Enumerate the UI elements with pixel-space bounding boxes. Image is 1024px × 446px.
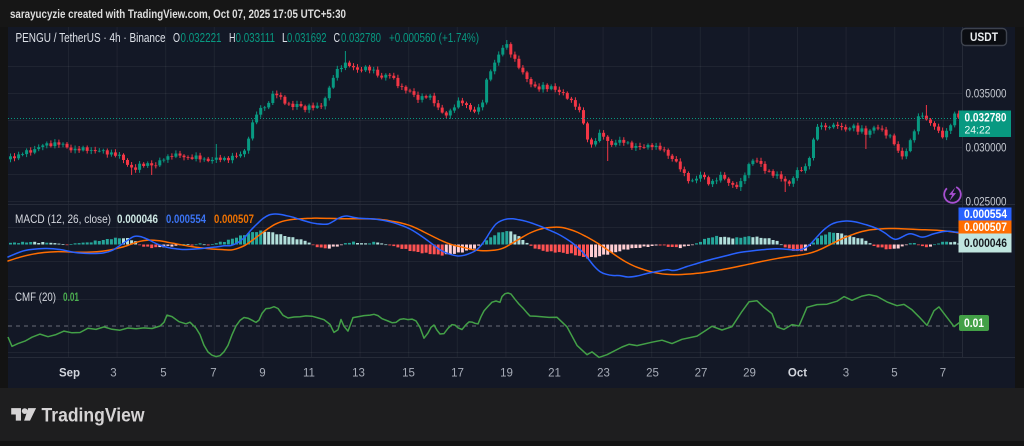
svg-text:0.031692: 0.031692 xyxy=(287,31,327,45)
svg-text:0.000554: 0.000554 xyxy=(166,212,206,226)
svg-text:7: 7 xyxy=(940,368,946,380)
svg-text:0.035000: 0.035000 xyxy=(966,89,1007,101)
svg-text:13: 13 xyxy=(352,368,365,380)
svg-text:MACD (12, 26, close): MACD (12, 26, close) xyxy=(15,212,111,226)
svg-text:21: 21 xyxy=(548,368,561,380)
svg-text:17: 17 xyxy=(451,368,464,380)
svg-text:15: 15 xyxy=(402,368,415,380)
svg-text:C: C xyxy=(334,31,341,45)
svg-text:+0.000560 (+1.74%): +0.000560 (+1.74%) xyxy=(389,31,479,45)
svg-text:25: 25 xyxy=(646,368,659,380)
svg-text:0.000507: 0.000507 xyxy=(214,212,254,226)
svg-text:24:22: 24:22 xyxy=(965,125,991,137)
svg-text:Oct: Oct xyxy=(788,368,807,380)
svg-text:7: 7 xyxy=(210,368,216,380)
svg-text:Sep: Sep xyxy=(59,368,80,380)
svg-text:PENGU / TetherUS · 4h · Binanc: PENGU / TetherUS · 4h · Binance xyxy=(16,31,166,45)
svg-text:0.01: 0.01 xyxy=(964,318,985,330)
svg-text:0.032780: 0.032780 xyxy=(965,113,1007,125)
svg-text:29: 29 xyxy=(743,368,756,380)
svg-text:19: 19 xyxy=(500,368,513,380)
svg-text:0.033111: 0.033111 xyxy=(236,31,276,45)
svg-text:9: 9 xyxy=(259,368,265,380)
svg-text:5: 5 xyxy=(891,368,897,380)
svg-text:0.000507: 0.000507 xyxy=(964,222,1007,234)
svg-text:5: 5 xyxy=(160,368,166,380)
svg-text:0.032221: 0.032221 xyxy=(181,31,222,45)
svg-text:3: 3 xyxy=(843,368,849,380)
svg-text:3: 3 xyxy=(110,368,116,380)
svg-text:sarayucyzie created with Tradi: sarayucyzie created with TradingView.com… xyxy=(10,9,346,21)
svg-text:23: 23 xyxy=(597,368,610,380)
svg-text:0.025000: 0.025000 xyxy=(966,197,1007,209)
svg-text:0.000046: 0.000046 xyxy=(117,212,158,226)
svg-text:0.01: 0.01 xyxy=(63,290,79,304)
svg-text:USDT: USDT xyxy=(970,32,998,44)
svg-text:O: O xyxy=(173,31,180,45)
svg-text:27: 27 xyxy=(695,368,708,380)
svg-text:11: 11 xyxy=(303,368,315,380)
svg-text:CMF (20): CMF (20) xyxy=(15,290,56,304)
svg-text:0.030000: 0.030000 xyxy=(966,143,1007,155)
svg-text:0.000046: 0.000046 xyxy=(964,238,1007,250)
svg-text:TradingView: TradingView xyxy=(42,405,146,427)
svg-text:0.032780: 0.032780 xyxy=(341,31,381,45)
svg-text:0.000554: 0.000554 xyxy=(964,209,1008,221)
